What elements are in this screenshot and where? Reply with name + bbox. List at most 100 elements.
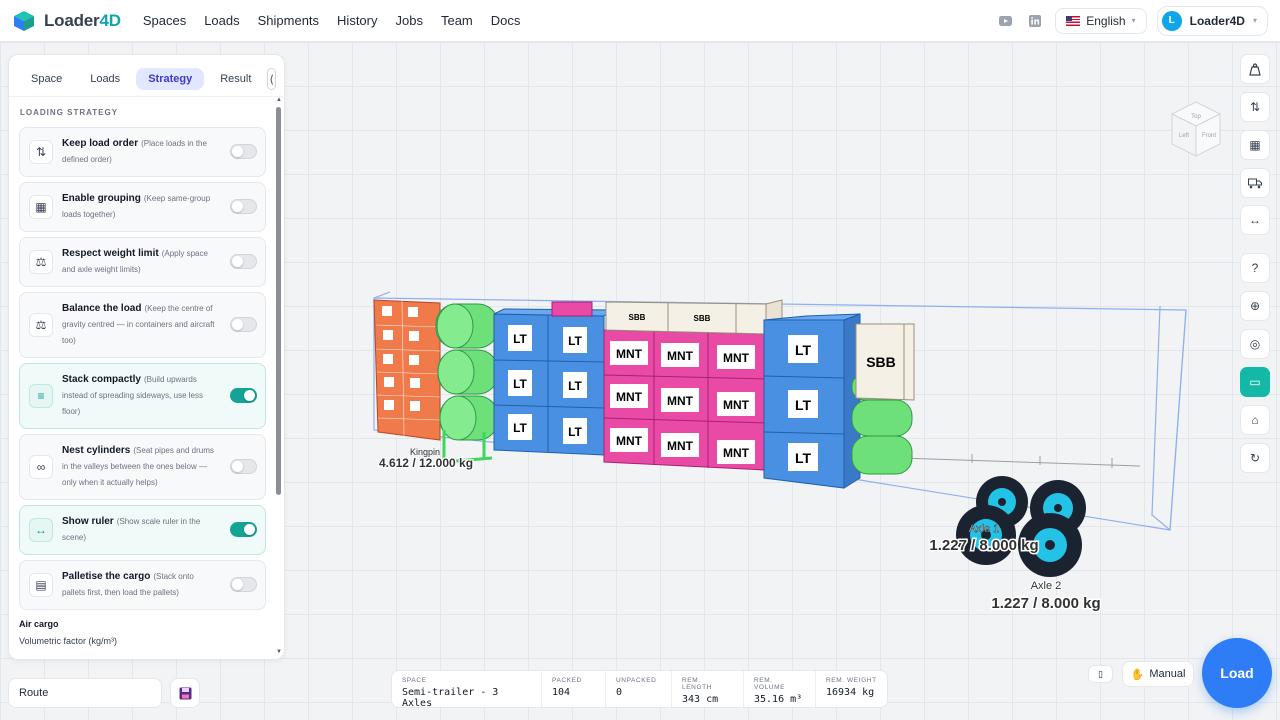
nav-history[interactable]: History <box>337 13 377 28</box>
manual-button[interactable]: ✋ Manual <box>1122 661 1194 687</box>
option-title: Palletise the cargo <box>62 571 151 582</box>
stat-label: REM. WEIGHT <box>826 677 877 684</box>
view-cube-top: Top <box>1191 114 1201 120</box>
nav-shipments[interactable]: Shipments <box>258 13 319 28</box>
tab-space[interactable]: Space <box>19 68 74 90</box>
top-nav-bar: Loader4D Spaces Loads Shipments History … <box>0 0 1280 42</box>
warehouse-button[interactable]: ⌂ <box>1240 405 1270 435</box>
toggle-stack-compactly[interactable] <box>230 388 257 403</box>
axle2-label: Axle 2 <box>1031 580 1062 592</box>
target-icon: ◎ <box>1249 337 1261 351</box>
truck-tool-button[interactable] <box>1240 168 1270 198</box>
warehouse-icon: ⌂ <box>1251 413 1259 427</box>
section-title: LOADING STRATEGY <box>20 108 119 117</box>
lt-label: LT <box>795 397 812 413</box>
weight-tool-button[interactable] <box>1240 54 1270 84</box>
tag-icon: ▭ <box>1249 375 1261 389</box>
load-button[interactable]: Load <box>1202 638 1272 708</box>
stack-icon: ≡ <box>29 384 53 408</box>
nav-docs[interactable]: Docs <box>491 13 521 28</box>
target-view-button[interactable]: ◎ <box>1240 329 1270 359</box>
mnt-label: MNT <box>616 347 643 361</box>
grouping-tool-button[interactable]: ▦ <box>1240 130 1270 160</box>
nav-jobs[interactable]: Jobs <box>396 13 423 28</box>
sort-order-icon: ⇅ <box>1249 100 1261 114</box>
collapse-panel-button[interactable]: ⟨ <box>267 68 276 90</box>
nav-team[interactable]: Team <box>441 13 473 28</box>
floppy-disk-icon <box>179 687 191 699</box>
lt-label: LT <box>513 421 527 435</box>
stat-value: 16934 kg <box>826 687 875 698</box>
grouping-icon: ▦ <box>1249 138 1261 152</box>
help-button[interactable]: ? <box>1240 253 1270 283</box>
center-view-button[interactable]: ⊕ <box>1240 291 1270 321</box>
option-title: Show ruler <box>62 516 114 527</box>
stat-value: 35.16 m³ <box>754 694 803 705</box>
route-field[interactable]: Route <box>8 678 162 708</box>
lt-label: LT <box>513 377 527 391</box>
stat-rem-volume: REM. VOLUME 35.16 m³ <box>744 671 816 707</box>
toggle-balance-load[interactable] <box>230 317 257 332</box>
toggle-nest-cylinders[interactable] <box>230 459 257 474</box>
tab-strategy[interactable]: Strategy <box>136 68 205 90</box>
us-flag-icon <box>1066 15 1081 26</box>
document-icon: ▯ <box>1098 668 1103 679</box>
reset-button[interactable]: ↻ <box>1240 443 1270 473</box>
air-cargo-title: Air cargo <box>19 619 59 629</box>
truck-icon <box>1248 178 1262 188</box>
tab-result[interactable]: Result <box>208 68 263 90</box>
panel-scrollbar-thumb[interactable] <box>276 107 281 495</box>
stat-label: UNPACKED <box>616 677 657 684</box>
option-respect-weight-limit: ⚖ Respect weight limit (Apply space and a… <box>19 237 266 287</box>
stat-label: REM. VOLUME <box>754 677 786 691</box>
label-toggle-button[interactable]: ▭ <box>1240 367 1270 397</box>
hand-icon: ✋ <box>1130 668 1145 681</box>
scroll-down-arrow[interactable]: ▼ <box>276 649 282 655</box>
chevron-down-icon: ▾ <box>1252 16 1257 25</box>
volumetric-factor-label: Volumetric factor (kg/m³) <box>19 636 118 646</box>
document-button[interactable]: ▯ <box>1088 665 1113 683</box>
save-button[interactable] <box>170 678 200 708</box>
nav-spaces[interactable]: Spaces <box>143 13 186 28</box>
stat-space: SPACE Semi-trailer - 3 Axles <box>392 671 542 709</box>
mnt-label: MNT <box>723 351 750 365</box>
stat-value: 0 <box>616 687 623 698</box>
stat-rem-weight: REM. WEIGHT 16934 kg <box>816 671 887 707</box>
toggle-keep-load-order[interactable] <box>230 144 257 159</box>
weight-icon: ⚖ <box>29 250 53 274</box>
sort-tool-button[interactable]: ⇅ <box>1240 92 1270 122</box>
panel-body: LOADING STRATEGY ⇅ Keep load order (Place… <box>9 96 284 659</box>
stat-value: 104 <box>552 687 571 698</box>
stat-value: Semi-trailer - 3 Axles <box>402 687 499 709</box>
lt-label: LT <box>568 425 582 439</box>
youtube-icon[interactable] <box>995 11 1015 31</box>
brand-name[interactable]: Loader4D <box>44 11 121 31</box>
option-keep-load-order: ⇅ Keep load order (Place loads in the def… <box>19 127 266 177</box>
help-icon: ? <box>1251 261 1259 275</box>
option-balance-load: ⚖ Balance the load (Keep the centre of gr… <box>19 292 266 358</box>
tab-loads[interactable]: Loads <box>78 68 132 90</box>
toggle-palletise-cargo[interactable] <box>230 577 257 592</box>
scroll-up-arrow[interactable]: ▲ <box>276 97 282 103</box>
view-cube[interactable]: Top Left Front <box>1170 101 1222 157</box>
linkedin-icon[interactable] <box>1025 11 1045 31</box>
kingpin-weight: 4.612 / 12.000 kg <box>379 456 473 470</box>
sort-order-icon: ⇅ <box>29 140 53 164</box>
axle1-label: Axle 1 <box>969 523 1000 535</box>
weight-icon <box>1249 62 1261 76</box>
mnt-label: MNT <box>667 439 694 453</box>
option-title: Stack compactly <box>62 374 141 385</box>
toggle-respect-weight-limit[interactable] <box>230 254 257 269</box>
language-selector[interactable]: English ▾ <box>1055 7 1147 34</box>
user-menu[interactable]: L Loader4D ▾ <box>1156 5 1268 36</box>
ruler-tool-button[interactable]: ↔ <box>1240 205 1270 235</box>
axle1-weight: 1.227 / 8.000 kg <box>929 537 1038 554</box>
logo-cube-icon[interactable] <box>12 9 36 33</box>
toggle-show-ruler[interactable] <box>230 522 257 537</box>
option-stack-compactly: ≡ Stack compactly (Build upwards instead … <box>19 363 266 429</box>
mnt-label: MNT <box>723 398 750 412</box>
stat-unpacked: UNPACKED 0 <box>606 671 672 707</box>
green-cylinders <box>435 303 499 441</box>
nav-loads[interactable]: Loads <box>204 13 239 28</box>
toggle-enable-grouping[interactable] <box>230 199 257 214</box>
